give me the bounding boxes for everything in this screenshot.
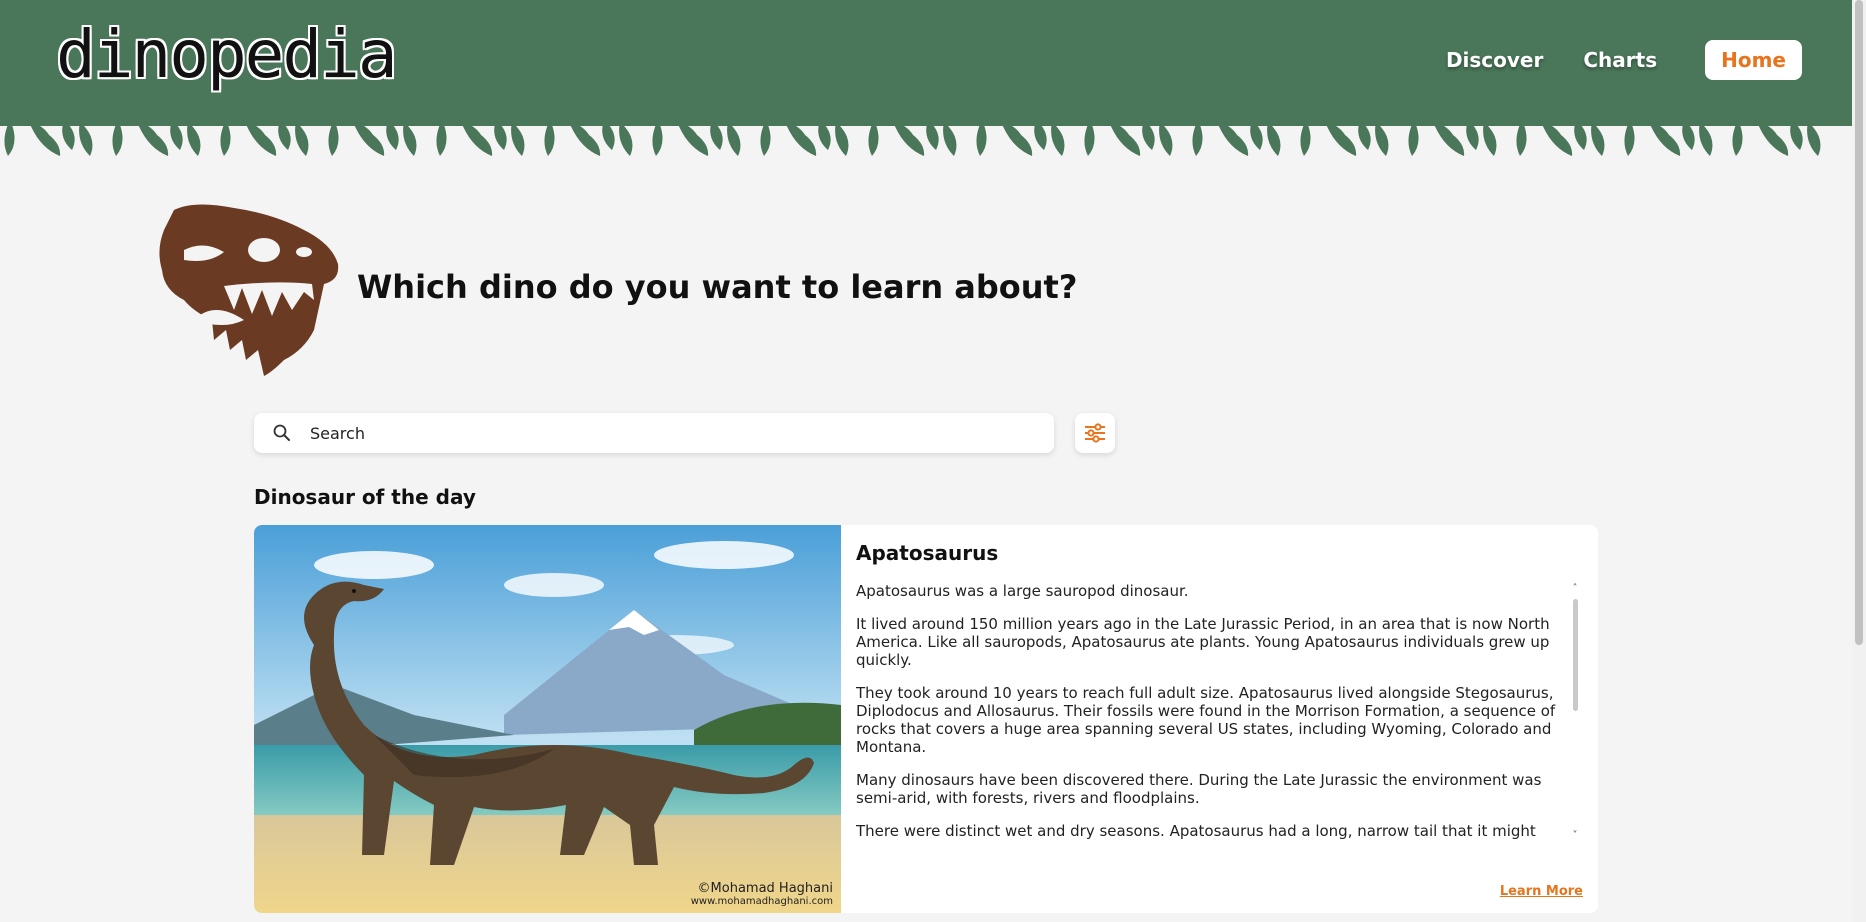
chevron-up-icon[interactable]: ˄ xyxy=(1570,583,1580,594)
chevron-down-icon[interactable]: ˅ xyxy=(1570,830,1580,841)
filter-button[interactable] xyxy=(1075,413,1115,453)
dino-name: Apatosaurus xyxy=(856,541,999,565)
description-scrollbar-thumb[interactable] xyxy=(1573,599,1578,711)
page-scrollbar-thumb[interactable] xyxy=(1855,0,1863,645)
description-paragraph: They took around 10 years to reach full … xyxy=(856,684,1556,756)
leaf-border-decoration xyxy=(0,120,1852,156)
page-scrollbar[interactable] xyxy=(1852,0,1866,922)
search-input[interactable] xyxy=(310,423,1010,443)
dino-details: Apatosaurus Apatosaurus was a large saur… xyxy=(841,525,1598,913)
image-credit: ©Mohamad Haghani www.mohamadhaghani.com xyxy=(691,881,833,907)
description-scrollbar[interactable]: ˄ ˅ xyxy=(1570,583,1580,841)
learn-more-link[interactable]: Learn More xyxy=(1500,884,1583,899)
dino-description[interactable]: Apatosaurus was a large sauropod dinosau… xyxy=(856,582,1556,840)
dino-image: ©Mohamad Haghani www.mohamadhaghani.com xyxy=(254,525,841,913)
search-bar[interactable] xyxy=(254,413,1054,453)
credit-url: www.mohamadhaghani.com xyxy=(690,896,833,907)
apatosaurus-illustration xyxy=(254,525,841,913)
nav-discover[interactable]: Discover xyxy=(1430,40,1559,80)
credit-name: ©Mohamad Haghani xyxy=(697,881,833,896)
section-title: Dinosaur of the day xyxy=(254,485,476,509)
sliders-icon xyxy=(1085,423,1105,443)
main-nav: Discover Charts Home xyxy=(1430,40,1802,80)
hero-title: Which dino do you want to learn about? xyxy=(357,268,1078,306)
dino-skull-icon xyxy=(159,204,339,376)
logo-text: dinopedia xyxy=(56,15,398,93)
dino-of-day-card: ©Mohamad Haghani www.mohamadhaghani.com … xyxy=(254,525,1598,913)
description-paragraph: Apatosaurus was a large sauropod dinosau… xyxy=(856,582,1189,600)
nav-home[interactable]: Home xyxy=(1705,40,1802,80)
search-icon xyxy=(273,424,290,441)
site-header: dinopedia Discover Charts Home xyxy=(0,0,1852,120)
site-logo[interactable]: dinopedia xyxy=(56,14,398,94)
description-paragraph: It lived around 150 million years ago in… xyxy=(856,615,1550,669)
description-paragraph: There were distinct wet and dry seasons.… xyxy=(856,822,1536,840)
nav-charts[interactable]: Charts xyxy=(1567,40,1673,80)
description-paragraph: Many dinosaurs have been discovered ther… xyxy=(856,771,1542,807)
